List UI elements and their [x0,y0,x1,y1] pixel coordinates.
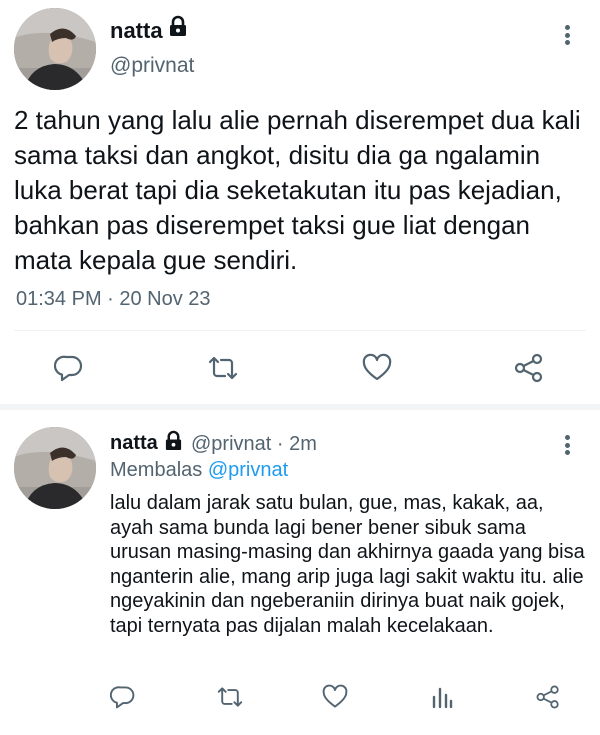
avatar[interactable] [14,8,96,90]
tweet-thread: natta @privnat 2 tahun yang lalu alie pe… [0,0,600,735]
lock-icon [164,430,183,451]
author-name[interactable]: natta [110,432,158,455]
analytics-icon[interactable] [428,683,456,711]
share-icon[interactable] [534,683,562,711]
main-tweet: natta @privnat 2 tahun yang lalu alie pe… [0,0,600,410]
tweet-timestamp[interactable]: 01:34 PM · 20 Nov 23 [16,288,211,311]
like-icon[interactable] [320,682,350,712]
avatar-image [14,8,96,90]
author-name[interactable]: natta [110,18,163,44]
tweet-text: 2 tahun yang lalu alie pernah diserempet… [14,105,581,275]
section-divider [0,404,600,410]
retweet-icon[interactable] [214,682,246,712]
divider [14,330,586,331]
replying-prefix: Membalas [110,459,203,481]
more-options-icon[interactable] [559,23,575,47]
retweet-icon[interactable] [204,351,242,385]
reply-icon[interactable] [52,351,86,385]
author-handle-time[interactable]: @privnat · 2m [191,433,317,456]
avatar-image [14,427,96,509]
share-icon[interactable] [512,351,546,385]
mention-link[interactable]: @privnat [208,459,288,481]
more-options-icon[interactable] [559,433,575,457]
like-icon[interactable] [360,351,394,385]
replying-to: Membalas @privnat [110,459,288,482]
tweet-text: lalu dalam jarak satu bulan, gue, mas, k… [110,492,585,637]
lock-icon [168,15,188,37]
reply-icon[interactable] [108,682,138,712]
author-handle[interactable]: @privnat [110,54,194,78]
avatar[interactable] [14,427,96,509]
